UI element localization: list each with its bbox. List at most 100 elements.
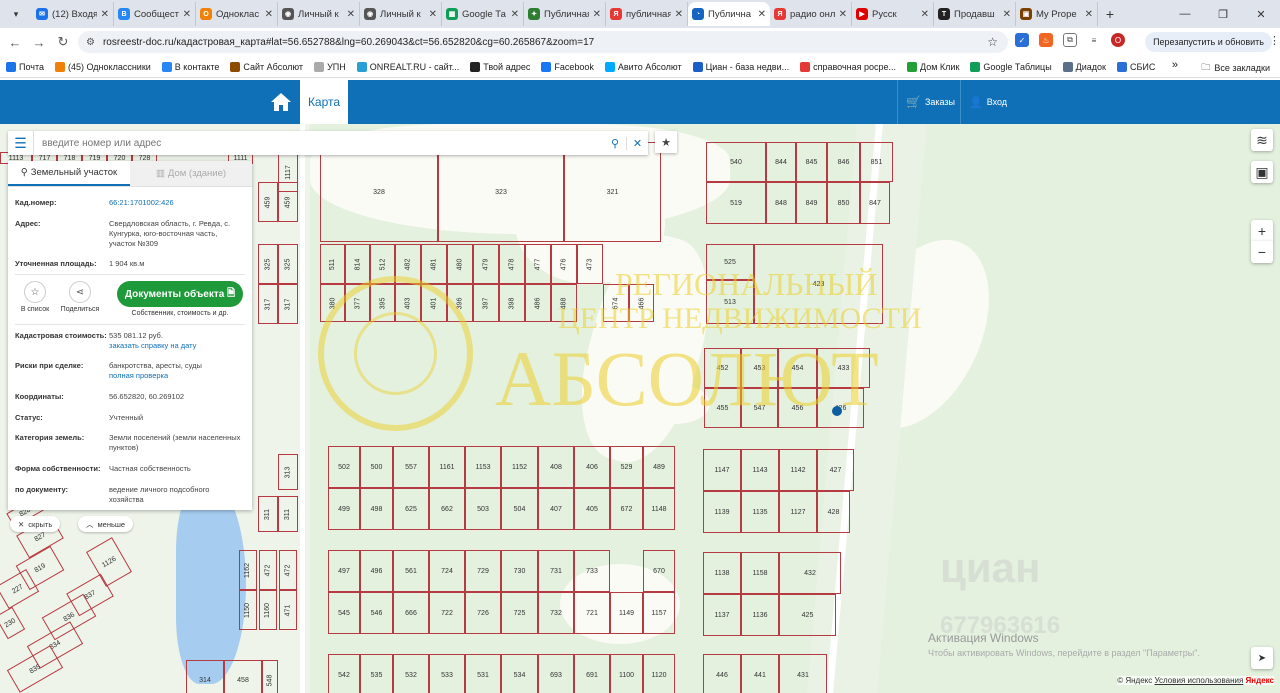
land-plot[interactable]: 1158	[741, 552, 779, 594]
land-plot[interactable]: 504	[501, 488, 538, 530]
relaunch-update-button[interactable]: Перезапустить и обновить	[1145, 32, 1272, 52]
map-type-icon[interactable]: ▣	[1251, 161, 1273, 183]
land-plot[interactable]: 500	[360, 446, 393, 488]
land-plot[interactable]: 814	[345, 244, 370, 284]
cadastral-number-link[interactable]: 66:21:1701002:426	[109, 198, 245, 208]
land-plot[interactable]: 432	[779, 552, 841, 594]
land-plot[interactable]: 473	[577, 244, 603, 284]
land-plot[interactable]: 499	[328, 488, 360, 530]
land-plot[interactable]: 844	[766, 142, 796, 182]
land-plot[interactable]: 557	[393, 446, 429, 488]
less-button[interactable]: ︿ меньше	[78, 516, 134, 532]
zoom-out-button[interactable]: −	[1251, 241, 1273, 263]
browser-menu-icon[interactable]: ⋮	[1269, 34, 1280, 47]
land-plot[interactable]: 534	[501, 654, 538, 693]
browser-tab[interactable]: ◉ Личный к ✕	[360, 2, 442, 26]
land-plot[interactable]: 503	[465, 488, 501, 530]
login-button[interactable]: 👤 Вход	[960, 80, 1015, 124]
tab-search-icon[interactable]: ▾	[4, 2, 28, 26]
clear-search-icon[interactable]: ✕	[626, 136, 648, 150]
land-plot[interactable]: 502	[328, 446, 360, 488]
land-plot[interactable]: 478	[499, 244, 525, 284]
map-nav-tab[interactable]: Карта	[300, 80, 348, 124]
tab-close-icon[interactable]: ✕	[593, 9, 601, 20]
land-plot[interactable]: 321	[564, 142, 661, 242]
home-icon[interactable]	[270, 92, 292, 112]
land-plot[interactable]: 428	[817, 491, 850, 533]
address-search-input[interactable]	[34, 137, 604, 149]
land-plot[interactable]: 407	[538, 488, 574, 530]
profile-avatar[interactable]: О	[1111, 33, 1125, 47]
land-plot[interactable]: 1135	[741, 491, 779, 533]
land-plot[interactable]: 662	[429, 488, 465, 530]
land-plot[interactable]: 317	[258, 284, 278, 324]
browser-tab[interactable]: Япубличная ✕	[606, 2, 688, 26]
land-plot[interactable]: 519	[706, 182, 766, 224]
land-plot[interactable]: 1147	[703, 449, 741, 491]
land-plot[interactable]: 441	[741, 654, 779, 693]
land-plot[interactable]: 851	[860, 142, 893, 182]
land-plot[interactable]: 471	[279, 590, 297, 630]
browser-tab[interactable]: T Продавш ✕	[934, 2, 1016, 26]
land-plot[interactable]: 845	[796, 142, 827, 182]
land-plot[interactable]: 848	[766, 182, 796, 224]
tab-house[interactable]: ▥ Дом (здание)	[130, 161, 252, 186]
land-plot[interactable]: 535	[360, 654, 393, 693]
land-plot[interactable]: 477	[525, 244, 551, 284]
land-plot[interactable]: 480	[447, 244, 473, 284]
land-plot[interactable]: 561	[393, 550, 429, 592]
land-plot[interactable]: 325	[258, 244, 278, 284]
bookmark-item[interactable]: (45) Одноклассники	[55, 61, 151, 72]
land-plot[interactable]: 472	[279, 550, 297, 590]
tab-close-icon[interactable]: ✕	[921, 9, 929, 20]
menu-burger-icon[interactable]: ☰	[8, 131, 34, 155]
order-certificate-link[interactable]: заказать справку на дату	[109, 341, 245, 351]
land-plot[interactable]: 317	[278, 284, 298, 324]
bookmark-item[interactable]: ONREALT.RU - сайт...	[356, 61, 459, 72]
browser-tab[interactable]: ▦ Google Та ✕	[442, 2, 524, 26]
land-plot[interactable]: 472	[259, 550, 277, 590]
land-plot[interactable]: 548	[262, 660, 278, 693]
land-plot[interactable]: 1117	[278, 152, 298, 192]
tab-close-icon[interactable]: ✕	[758, 9, 766, 20]
land-plot[interactable]: 1152	[501, 446, 538, 488]
land-plot[interactable]: 1148	[643, 488, 675, 530]
land-plot[interactable]: 850	[827, 182, 860, 224]
tab-close-icon[interactable]: ✕	[511, 9, 519, 20]
land-plot[interactable]: 328	[320, 142, 438, 242]
land-plot[interactable]: 1153	[465, 446, 501, 488]
browser-tab[interactable]: ✦ Публичная ✕	[524, 2, 606, 26]
layers-icon[interactable]: ≋	[1251, 129, 1273, 151]
land-plot[interactable]: 1143	[741, 449, 779, 491]
tab-close-icon[interactable]: ✕	[347, 9, 355, 20]
tab-close-icon[interactable]: ✕	[101, 9, 109, 20]
browser-tab[interactable]: Ярадио онл ✕	[770, 2, 852, 26]
land-plot[interactable]: 1127	[779, 491, 817, 533]
land-plot[interactable]: 406	[574, 446, 610, 488]
bookmark-item[interactable]: Сайт Абсолют	[230, 61, 303, 72]
bookmark-item[interactable]: В контакте	[161, 61, 219, 72]
extensions-puzzle-icon[interactable]: ⧉	[1063, 33, 1077, 47]
orders-button[interactable]: 🛒 Заказы	[897, 80, 963, 124]
land-plot[interactable]: 1157	[643, 592, 675, 634]
bookmark-item[interactable]: Facebook	[541, 61, 594, 72]
bookmark-item[interactable]: Авито Абсолют	[604, 61, 682, 72]
land-plot[interactable]: 729	[465, 550, 501, 592]
land-plot[interactable]: 730	[501, 550, 538, 592]
favorites-star-icon[interactable]: ★	[655, 131, 677, 153]
land-plot[interactable]: 397	[473, 284, 499, 322]
land-plot[interactable]: 459	[258, 182, 278, 222]
land-plot[interactable]: 1149	[610, 592, 643, 634]
tab-close-icon[interactable]: ✕	[429, 9, 437, 20]
land-plot[interactable]: 731	[538, 550, 574, 592]
land-plot[interactable]: 732	[538, 592, 574, 634]
zoom-in-button[interactable]: +	[1251, 220, 1273, 242]
full-check-link[interactable]: полная проверка	[109, 371, 245, 381]
browser-tab[interactable]: ▣ My Prope ✕	[1016, 2, 1098, 26]
land-plot[interactable]: 733	[574, 550, 610, 592]
land-plot[interactable]: 431	[779, 654, 827, 693]
browser-tab[interactable]: О Одноклас ✕	[196, 2, 278, 26]
back-icon[interactable]: ←	[3, 35, 27, 50]
extension-check-icon[interactable]: ✓	[1015, 33, 1029, 47]
land-plot[interactable]: 1161	[429, 446, 465, 488]
